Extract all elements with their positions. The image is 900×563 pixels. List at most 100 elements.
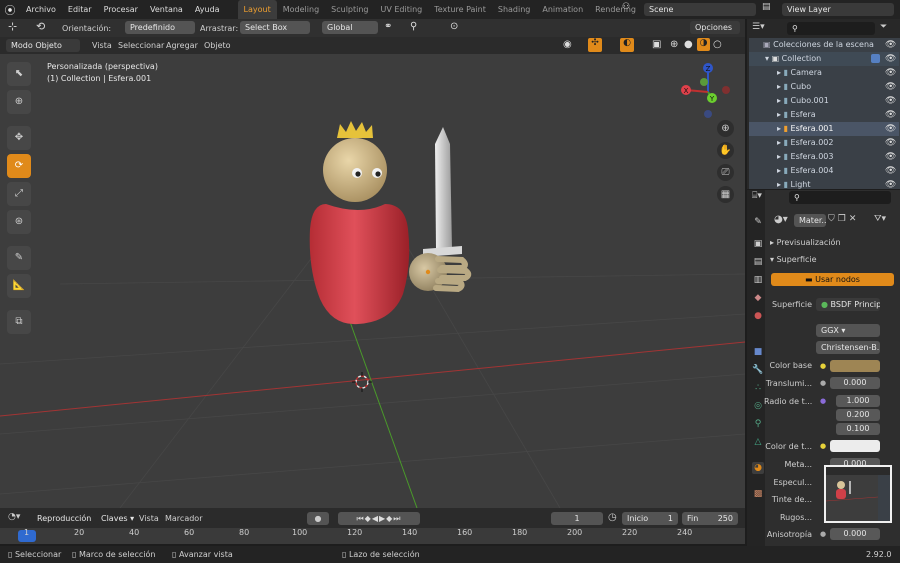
data-tab-icon[interactable]: △: [752, 436, 764, 448]
overlays-toggle-icon[interactable]: ◐: [620, 38, 634, 52]
world-tab-icon[interactable]: ●: [752, 310, 764, 322]
cursor-tool[interactable]: ⊕: [7, 90, 31, 114]
tab-uv-editing[interactable]: UV Editing: [375, 0, 429, 19]
filter-icon[interactable]: ⏷: [880, 22, 887, 32]
outliner-editor-icon[interactable]: ☰▾: [752, 22, 776, 35]
gizmo-toggle-icon[interactable]: ✣: [588, 38, 602, 52]
menu-window[interactable]: Ventana: [144, 0, 189, 19]
tab-modeling[interactable]: Modeling: [277, 0, 325, 19]
transform-tool[interactable]: ⊛: [7, 210, 31, 234]
anisotropy-input[interactable]: 0.000: [830, 528, 880, 540]
surface-shader-field[interactable]: ● BSDF Princip...: [816, 298, 880, 311]
surface-section[interactable]: ▾ Superficie: [770, 253, 817, 266]
outliner-item-light[interactable]: ▸ ▮ Light: [749, 178, 899, 189]
outliner-item-esfera-001[interactable]: ▸ ▮ Esfera.001: [749, 122, 899, 136]
xray-icon[interactable]: ▣: [652, 39, 661, 50]
output-tab-icon[interactable]: ▤: [752, 256, 764, 268]
material-tab-icon[interactable]: ◕: [752, 462, 764, 474]
body-mesh[interactable]: [309, 204, 410, 325]
outliner-item-esfera-004[interactable]: ▸ ▮ Esfera.004: [749, 164, 899, 178]
radius-z-input[interactable]: 0.100: [836, 423, 880, 435]
navigation-gizmo[interactable]: X Y Z: [678, 60, 738, 120]
render-tab-icon[interactable]: ▣: [752, 238, 764, 250]
menu-file[interactable]: Archivo: [20, 0, 62, 19]
shading-solid-icon[interactable]: ●: [684, 39, 693, 50]
shading-wireframe-icon[interactable]: ⊕: [670, 39, 678, 50]
subsurface-method-dropdown[interactable]: Christensen-B...: [816, 341, 880, 354]
perspective-grid-icon[interactable]: ▦: [717, 186, 734, 203]
select-tool-icon[interactable]: ⊹: [8, 20, 17, 33]
material-link-icon[interactable]: ⛛▾: [874, 214, 886, 224]
menu-select[interactable]: Seleccionar: [118, 39, 164, 52]
outliner-search[interactable]: ⚲: [787, 22, 875, 35]
crown-mesh[interactable]: [337, 121, 373, 138]
drag-dropdown[interactable]: Select Box: [240, 21, 310, 34]
3d-viewport[interactable]: [0, 54, 745, 508]
object-tab-icon[interactable]: ■: [752, 346, 764, 358]
menu-render[interactable]: Procesar: [98, 0, 144, 19]
radius-x-input[interactable]: 1.000: [836, 395, 880, 407]
distribution-dropdown[interactable]: GGX ▾: [816, 324, 880, 337]
keying-menu[interactable]: Claves ▾: [96, 512, 136, 525]
translucency-input[interactable]: 0.000: [830, 377, 880, 389]
current-frame-input[interactable]: 1: [551, 512, 603, 525]
scene-selector[interactable]: Scene: [644, 3, 756, 16]
material-actions[interactable]: ⛉❐✕: [828, 214, 859, 224]
playback-controls[interactable]: ⏮◆◀▶◆⏭: [338, 512, 420, 525]
blender-logo-icon[interactable]: ⦿: [0, 2, 20, 18]
constraints-tab-icon[interactable]: ⚲: [752, 418, 764, 430]
timeline-editor-icon[interactable]: ◔▾: [8, 512, 20, 522]
visibility-icon[interactable]: ◉: [563, 39, 572, 50]
sword-blade-mesh[interactable]: [435, 127, 452, 249]
pan-hand-icon[interactable]: ✋: [717, 142, 734, 159]
tab-sculpting[interactable]: Sculpting: [325, 0, 374, 19]
transform-dropdown[interactable]: Global: [322, 21, 378, 34]
outliner-item-esfera[interactable]: ▸ ▮ Esfera: [749, 108, 899, 122]
outliner-item-cubo[interactable]: ▸ ▮ Cubo: [749, 80, 899, 94]
camera-view-icon[interactable]: ⎚: [717, 164, 734, 181]
tab-animation[interactable]: Animation: [536, 0, 589, 19]
scale-tool[interactable]: ⤢: [7, 182, 31, 206]
view-layer-selector[interactable]: View Layer: [782, 3, 894, 16]
menu-view[interactable]: Vista: [92, 39, 112, 52]
particles-tab-icon[interactable]: ∴: [752, 382, 764, 394]
menu-object[interactable]: Objeto: [204, 39, 231, 52]
pivot-icon[interactable]: ⚭: [384, 21, 392, 32]
subsurface-color-swatch[interactable]: [830, 440, 880, 452]
transform-orientation-icon[interactable]: ⟲: [36, 20, 45, 33]
outliner-item-esfera-003[interactable]: ▸ ▮ Esfera.003: [749, 150, 899, 164]
base-color-swatch[interactable]: [830, 360, 880, 372]
material-sphere-icon[interactable]: ◕▾: [774, 214, 788, 225]
collection-checkbox[interactable]: [871, 54, 880, 63]
rotate-tool[interactable]: ⟳: [7, 154, 31, 178]
properties-editor-icon[interactable]: ⌸▾: [752, 191, 762, 201]
radius-y-input[interactable]: 0.200: [836, 409, 880, 421]
scene-tab-icon[interactable]: ◆: [752, 292, 764, 304]
render-preview-thumbnail[interactable]: [824, 465, 892, 523]
scene-icon[interactable]: ⚇: [622, 2, 635, 16]
mode-dropdown[interactable]: Modo Objeto: [6, 39, 80, 52]
proportional-edit-icon[interactable]: ⊙: [450, 21, 458, 32]
record-button[interactable]: ●: [307, 512, 329, 525]
measure-tool[interactable]: 📐: [7, 274, 31, 298]
tab-texture-paint[interactable]: Texture Paint: [428, 0, 492, 19]
properties-search[interactable]: ⚲: [789, 191, 891, 204]
timeline-view-menu[interactable]: Vista: [139, 512, 159, 525]
playback-menu[interactable]: Reproducción ▾: [32, 512, 94, 525]
zoom-icon[interactable]: ⊕: [717, 120, 734, 137]
texture-tab-icon[interactable]: ▩: [752, 488, 764, 500]
options-dropdown[interactable]: Opciones: [690, 21, 740, 34]
menu-add[interactable]: Agregar: [166, 39, 198, 52]
outliner-root[interactable]: ▣ Colecciones de la escena: [749, 38, 899, 52]
timeline-ruler[interactable]: 1 20 40 60 80 100 120 140 160 180 200 22…: [0, 528, 745, 544]
outliner-item-esfera-002[interactable]: ▸ ▮ Esfera.002: [749, 136, 899, 150]
shading-material-icon[interactable]: ◑: [697, 38, 710, 51]
view-layer-icon[interactable]: ▤: [762, 2, 775, 16]
tool-tab-icon[interactable]: ✎: [752, 216, 764, 228]
tab-shading[interactable]: Shading: [492, 0, 537, 19]
marker-menu[interactable]: Marcador: [165, 512, 202, 525]
material-name-field[interactable]: Mater...: [794, 214, 826, 227]
menu-edit[interactable]: Editar: [62, 0, 98, 19]
add-cube-tool[interactable]: ⧉: [7, 310, 31, 334]
clock-icon[interactable]: ◷: [608, 512, 617, 523]
